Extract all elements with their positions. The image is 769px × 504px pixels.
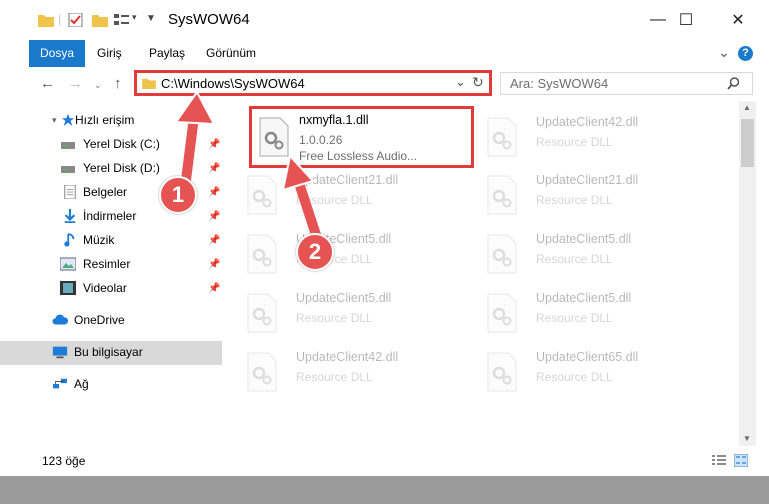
step-marker-2: 2 xyxy=(296,233,334,271)
step-marker-1: 1 xyxy=(159,176,197,214)
annotation-arrows xyxy=(174,90,322,243)
